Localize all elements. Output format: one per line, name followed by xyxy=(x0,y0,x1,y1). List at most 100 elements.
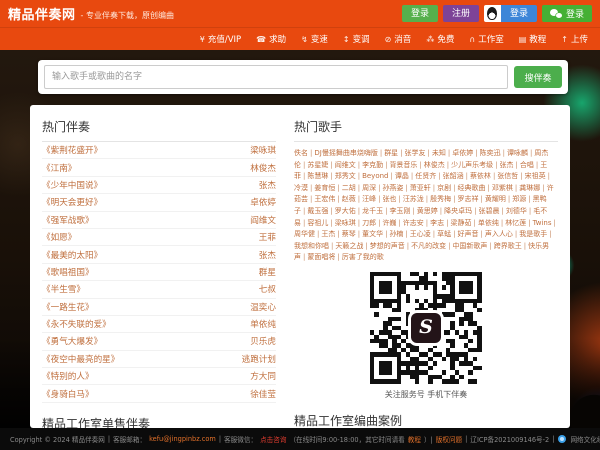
singer-tag-link[interactable]: 陈奕迅 xyxy=(480,149,501,157)
singer-tag-link[interactable]: 梁静茹 xyxy=(451,219,472,227)
wechat-login-button[interactable]: 登录 xyxy=(541,5,592,22)
singer-tag-link[interactable]: Twins xyxy=(533,219,552,227)
singer-tag-link[interactable]: 黄思婷 xyxy=(417,207,438,215)
singer-tag-link[interactable]: 谭晶 xyxy=(395,172,409,180)
song-title-link[interactable]: 《明天会更好》 xyxy=(42,196,102,208)
singer-tag-link[interactable]: 合唱 xyxy=(520,161,534,169)
singer-tag-link[interactable]: 孙楠 xyxy=(389,230,403,238)
singer-tag-link[interactable]: 赵薇 xyxy=(342,195,356,203)
singer-tag-link[interactable]: 林忆莲 xyxy=(505,219,526,227)
nav-item[interactable]: ¥ 充值/VIP xyxy=(200,33,241,46)
song-title-link[interactable]: 《特别的人》 xyxy=(42,370,94,382)
song-title-link[interactable]: 《江南》 xyxy=(42,162,76,174)
nav-item[interactable]: ⊘ 消音 xyxy=(385,33,412,46)
singer-tag-link[interactable]: 我想和你唱 xyxy=(294,242,329,250)
singer-tag-link[interactable]: 刘德华 xyxy=(506,207,527,215)
singer-tag-link[interactable]: 阎维文 xyxy=(335,161,356,169)
singer-tag-link[interactable]: 戴玉强 xyxy=(307,207,328,215)
singer-tag-link[interactable]: 梁咏琪 xyxy=(335,219,356,227)
register-button[interactable]: 注册 xyxy=(442,5,479,22)
nav-item[interactable]: ↑ 上传 xyxy=(561,33,588,46)
nav-item[interactable]: ↕ 变调 xyxy=(343,33,370,46)
singer-tag-link[interactable]: 任贤齐 xyxy=(415,172,436,180)
singer-tag-link[interactable]: DJ慢摇舞曲串烧嗨版 xyxy=(314,149,377,157)
song-title-link[interactable]: 《身骑白马》 xyxy=(42,388,94,400)
singer-tag-link[interactable]: 李克勤 xyxy=(362,161,383,169)
song-title-link[interactable]: 《如愿》 xyxy=(42,231,76,243)
singer-tag-link[interactable]: 降央卓玛 xyxy=(444,207,472,215)
nav-item[interactable]: ☎ 求助 xyxy=(256,33,286,46)
footer-segment[interactable]: 版权问题 xyxy=(436,434,462,444)
singer-tag-link[interactable]: 京剧 xyxy=(437,184,451,192)
footer-segment[interactable]: 辽ICP备2021009146号-2 xyxy=(470,434,549,444)
singer-tag-link[interactable]: 龚琳娜 xyxy=(519,184,540,192)
song-title-link[interactable]: 《半生雪》 xyxy=(42,283,85,295)
singer-tag-link[interactable]: 天籁之战 xyxy=(335,242,363,250)
singer-tag-link[interactable]: 李志 xyxy=(430,219,444,227)
singer-tag-link[interactable]: 张也 xyxy=(382,195,396,203)
singer-tag-link[interactable]: 蔡琴 xyxy=(342,230,356,238)
singer-tag-link[interactable]: 董文华 xyxy=(362,230,383,238)
song-title-link[interactable]: 《永不失联的爱》 xyxy=(42,318,111,330)
login-button[interactable]: 登录 xyxy=(401,5,438,22)
qq-login-group[interactable]: 登录 xyxy=(483,5,537,22)
singer-tag-link[interactable]: 郑源 xyxy=(512,195,526,203)
song-title-link[interactable]: 《夜空中最亮的星》 xyxy=(42,353,119,365)
singer-tag-link[interactable]: 姜育恒 xyxy=(314,184,335,192)
singer-tag-link[interactable]: 单依纯 xyxy=(478,219,499,227)
singer-tag-link[interactable]: 刀郎 xyxy=(362,219,376,227)
singer-tag-link[interactable]: 少儿声乐考级 xyxy=(451,161,493,169)
singer-tag-link[interactable]: 草蜢 xyxy=(437,230,451,238)
singer-tag-link[interactable]: 张碧晨 xyxy=(479,207,500,215)
singer-tag-link[interactable]: 中国新歌声 xyxy=(452,242,487,250)
singer-tag-link[interactable]: 二胡 xyxy=(342,184,356,192)
site-logo[interactable]: 精品伴奏网 xyxy=(8,4,76,23)
singer-tag-link[interactable]: 张韶涵 xyxy=(443,172,464,180)
search-button[interactable]: 搜伴奏 xyxy=(514,66,562,88)
singer-tag-link[interactable]: 许志安 xyxy=(403,219,424,227)
singer-tag-link[interactable]: 张杰 xyxy=(500,161,514,169)
singer-tag-link[interactable]: 郑秀文 xyxy=(335,172,356,180)
song-title-link[interactable]: 《紫荆花盛开》 xyxy=(42,144,102,156)
singer-tag-link[interactable]: 群星 xyxy=(384,149,398,157)
nav-item[interactable]: ⁂ 免费 xyxy=(426,33,454,46)
song-title-link[interactable]: 《歌唱祖国》 xyxy=(42,266,94,278)
singer-tag-link[interactable]: 邓紫棋 xyxy=(492,184,513,192)
singer-tag-link[interactable]: 容祖儿 xyxy=(307,219,328,227)
singer-tag-link[interactable]: 不凡的改变 xyxy=(411,242,446,250)
singer-tag-link[interactable]: 陈慧琳 xyxy=(307,172,328,180)
singer-tag-link[interactable]: 张学友 xyxy=(405,149,426,157)
singer-tag-link[interactable]: 好声音 xyxy=(458,230,479,238)
singer-tag-link[interactable]: 蒙面唱将 xyxy=(307,253,335,261)
singer-tag-link[interactable]: 王心凌 xyxy=(410,230,431,238)
singer-tag-link[interactable]: 卓依婷 xyxy=(452,149,473,157)
singer-tag-link[interactable]: 李玉刚 xyxy=(389,207,410,215)
singer-tag-link[interactable]: 跨界歌王 xyxy=(494,242,522,250)
song-title-link[interactable]: 《最美的太阳》 xyxy=(42,249,102,261)
singer-tag-link[interactable]: 龙千玉 xyxy=(362,207,383,215)
singer-tag-link[interactable]: 萧亚轩 xyxy=(410,184,431,192)
song-title-link[interactable]: 《强军战歌》 xyxy=(42,214,94,226)
nav-item[interactable]: ▤ 教程 xyxy=(519,33,547,46)
singer-tag-link[interactable]: 苏星婕 xyxy=(307,161,328,169)
singer-tag-link[interactable]: 周深 xyxy=(362,184,376,192)
singer-tag-link[interactable]: 背景音乐 xyxy=(389,161,417,169)
singer-tag-link[interactable]: 许巍 xyxy=(382,219,396,227)
singer-tag-link[interactable]: 蔡依林 xyxy=(470,172,491,180)
singer-tag-link[interactable]: 汪苏泷 xyxy=(403,195,424,203)
singer-tag-link[interactable]: 未知 xyxy=(432,149,446,157)
singer-tag-link[interactable]: 宋祖英 xyxy=(525,172,546,180)
singer-tag-link[interactable]: 黄耀明 xyxy=(485,195,506,203)
singer-tag-link[interactable]: 我是歌手 xyxy=(519,230,547,238)
singer-tag-link[interactable]: 佚名 xyxy=(294,149,308,157)
singer-tag-link[interactable]: 声入人心 xyxy=(485,230,513,238)
singer-tag-link[interactable]: 王宏伟 xyxy=(314,195,335,203)
singer-tag-link[interactable]: 林俊杰 xyxy=(424,161,445,169)
singer-tag-link[interactable]: 汪峰 xyxy=(362,195,376,203)
singer-tag-link[interactable]: 孙燕姿 xyxy=(382,184,403,192)
nav-item[interactable]: ∩ 工作室 xyxy=(469,33,503,46)
singer-tag-link[interactable]: 罗志祥 xyxy=(458,195,479,203)
footer-segment[interactable]: 教程 xyxy=(408,434,421,444)
singer-tag-link[interactable]: 经典歌曲 xyxy=(458,184,486,192)
song-title-link[interactable]: 《少年中国说》 xyxy=(42,179,102,191)
